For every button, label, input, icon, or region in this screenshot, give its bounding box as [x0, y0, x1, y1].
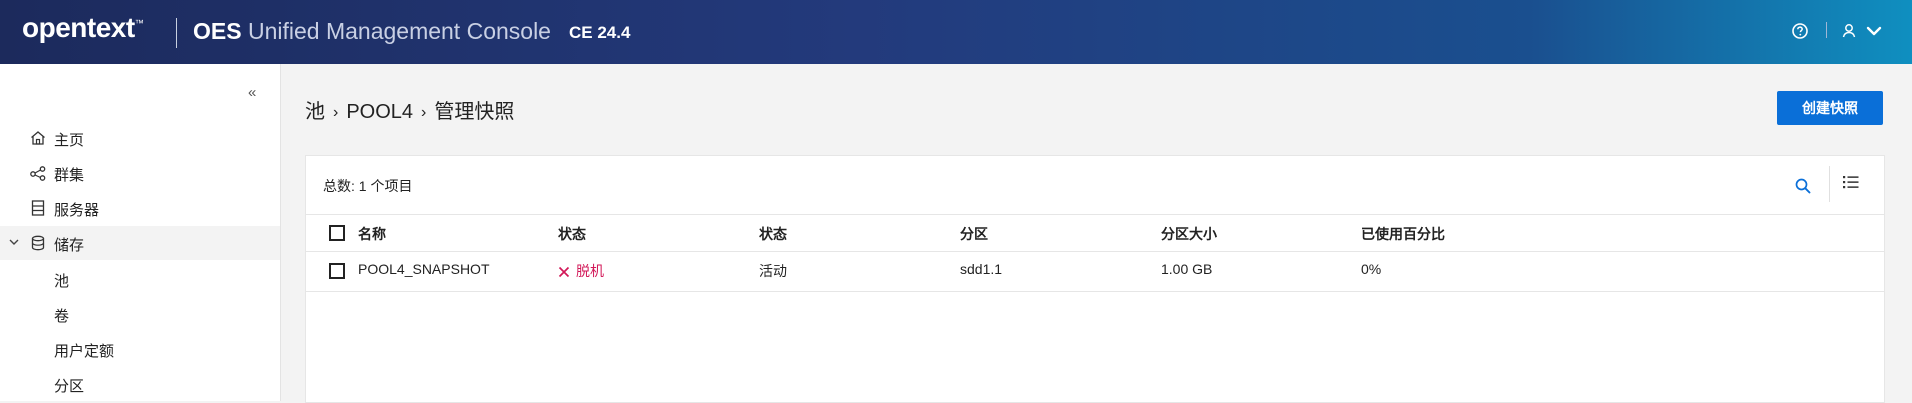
breadcrumb: 池 › POOL4 › 管理快照 — [305, 95, 514, 124]
sidebar-subitem-label: 用户定额 — [54, 343, 115, 360]
create-snapshot-button[interactable]: 创建快照 — [1777, 91, 1883, 125]
home-icon — [31, 131, 45, 145]
chevron-down-icon[interactable] — [8, 236, 20, 248]
help-icon[interactable] — [1789, 20, 1811, 42]
sidebar-subitem-label: 卷 — [54, 308, 70, 325]
column-header-state[interactable]: 状态 — [759, 224, 787, 244]
cluster-icon — [30, 166, 46, 181]
sidebar: « 主页 群集 服务器 储存 池 卷 用户定额 分区 — [0, 64, 281, 401]
snapshot-partition-size: 1.00 GB — [1161, 261, 1213, 277]
snapshot-partition: sdd1.1 — [960, 261, 1003, 277]
column-settings-icon[interactable] — [1841, 173, 1861, 193]
breadcrumb-pools[interactable]: 池 — [305, 95, 325, 124]
header-divider — [176, 18, 177, 48]
sidebar-item-label: 服务器 — [54, 202, 100, 219]
status-offline: 脱机 — [558, 261, 604, 281]
breadcrumb-separator: › — [333, 104, 339, 121]
snapshot-used-percent: 0% — [1361, 261, 1382, 277]
sidebar-item-user-quotas[interactable]: 用户定额 — [0, 332, 280, 366]
collapse-sidebar-button[interactable]: « — [248, 84, 256, 101]
table-header: 名称 状态 状态 分区 分区大小 已使用百分比 — [306, 214, 1884, 252]
column-header-status[interactable]: 状态 — [558, 224, 586, 244]
product-title: OES Unified Management Console — [193, 18, 551, 45]
sidebar-item-label: 群集 — [54, 167, 85, 184]
toolbar-separator — [1829, 166, 1830, 202]
snapshots-panel: 总数: 1 个项目 名称 状态 状态 分区 分区大小 已使用百分比 POOL4_… — [305, 155, 1885, 403]
server-icon — [31, 200, 45, 216]
sidebar-item-cluster[interactable]: 群集 — [0, 156, 280, 190]
sidebar-item-label: 储存 — [54, 237, 85, 254]
user-icon[interactable] — [1838, 20, 1860, 42]
sidebar-item-pools[interactable]: 池 — [0, 262, 280, 296]
row-checkbox[interactable] — [329, 263, 345, 279]
select-all-checkbox[interactable] — [329, 225, 345, 241]
app-header: opentext™ OES Unified Management Console… — [0, 0, 1912, 64]
brand-trademark: ™ — [134, 18, 144, 28]
chevron-down-icon[interactable] — [1863, 20, 1885, 42]
total-count: 总数: 1 个项目 — [323, 178, 413, 194]
status-text: 脱机 — [576, 263, 604, 279]
column-header-partition-size[interactable]: 分区大小 — [1161, 224, 1217, 244]
breadcrumb-separator: › — [421, 104, 427, 121]
sidebar-item-volumes[interactable]: 卷 — [0, 297, 280, 331]
snapshot-name: POOL4_SNAPSHOT — [358, 261, 490, 277]
search-icon[interactable] — [1793, 176, 1813, 196]
offline-x-icon — [558, 266, 570, 278]
sidebar-item-home[interactable]: 主页 — [0, 121, 280, 155]
sidebar-item-storage[interactable]: 储存 — [0, 226, 280, 260]
sidebar-item-servers[interactable]: 服务器 — [0, 191, 280, 225]
column-header-partition[interactable]: 分区 — [960, 224, 988, 244]
snapshot-state: 活动 — [759, 263, 787, 279]
column-header-used-percent[interactable]: 已使用百分比 — [1361, 224, 1445, 244]
product-name-rest: Unified Management Console — [247, 18, 551, 44]
sidebar-item-label: 主页 — [54, 132, 85, 149]
breadcrumb-pool4[interactable]: POOL4 — [346, 101, 413, 124]
sidebar-subitem-label: 池 — [54, 273, 70, 290]
product-name-bold: OES — [193, 18, 242, 44]
brand-name: opentext — [22, 12, 135, 43]
column-header-name[interactable]: 名称 — [358, 224, 386, 244]
sidebar-subitem-label: 分区 — [54, 378, 85, 395]
opentext-logo: opentext™ — [22, 12, 144, 44]
header-separator — [1826, 22, 1827, 38]
table-row[interactable]: POOL4_SNAPSHOT 脱机 活动 sdd1.1 1.00 GB 0% — [306, 251, 1884, 292]
breadcrumb-manage-snapshots: 管理快照 — [434, 101, 515, 123]
product-version: CE 24.4 — [569, 23, 631, 42]
storage-icon — [31, 235, 45, 251]
sidebar-item-partitions[interactable]: 分区 — [0, 367, 280, 401]
